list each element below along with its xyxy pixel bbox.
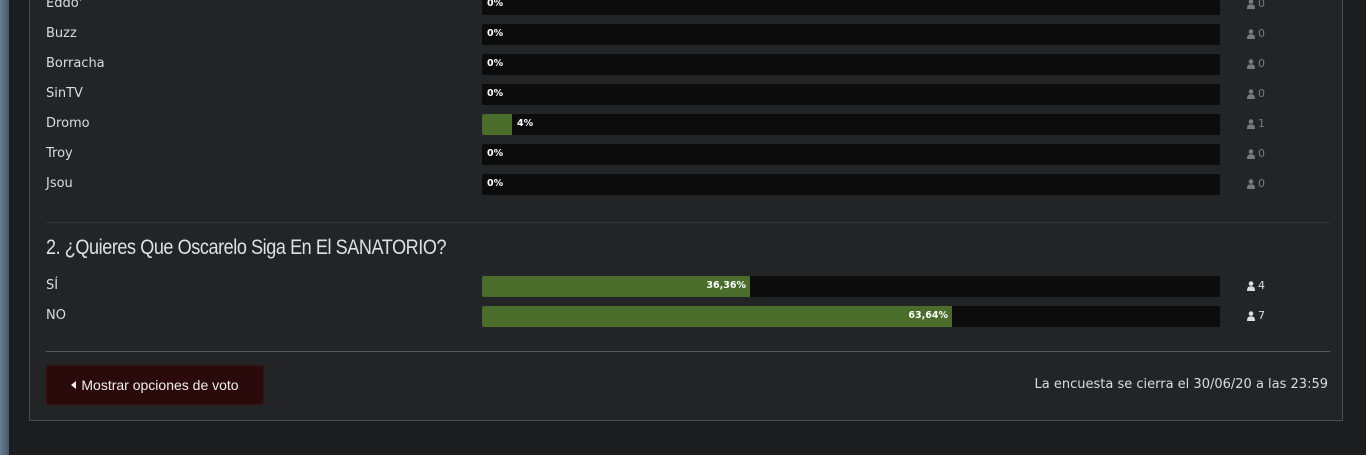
percent-label: 0% (487, 28, 504, 39)
user-icon (1247, 118, 1255, 129)
option-label: Borracha (46, 56, 105, 71)
vote-count: 0 (1247, 57, 1265, 70)
percent-label: 0% (487, 0, 504, 9)
result-bar: 0% (482, 54, 1220, 75)
option-label: SinTV (46, 86, 83, 101)
user-icon (1247, 178, 1255, 189)
vote-count-value: 1 (1258, 117, 1265, 130)
percent-label: 63,64% (908, 310, 948, 321)
result-bar: 0% (482, 0, 1220, 15)
vote-count: 0 (1247, 27, 1265, 40)
result-bar-fill (482, 114, 512, 135)
percent-label: 0% (487, 178, 504, 189)
question-divider (46, 222, 1330, 223)
vote-count-value: 0 (1258, 0, 1265, 10)
option-label: NO (46, 308, 66, 323)
poll-closing-info: La encuesta se cierra el 30/06/20 a las … (1034, 377, 1328, 392)
vote-count: 4 (1247, 279, 1265, 292)
percent-label: 0% (487, 58, 504, 69)
percent-label: 4% (517, 118, 534, 129)
poll-result-row: Buzz 0% 0 (46, 24, 1336, 46)
poll-result-row: NO 63,64% 7 (46, 306, 1336, 328)
show-vote-options-label: Mostrar opciones de voto (81, 377, 239, 393)
option-label: SÍ (46, 278, 59, 293)
option-label: Buzz (46, 26, 77, 41)
user-icon (1247, 0, 1255, 9)
vote-count: 0 (1247, 0, 1265, 10)
result-bar: 0% (482, 144, 1220, 165)
poll-result-row: SÍ 36,36% 4 (46, 276, 1336, 298)
poll-result-row: Borracha 0% 0 (46, 54, 1336, 76)
result-bar: 0% (482, 84, 1220, 105)
poll-panel: Eddo' 0% 0 Buzz 0% 0 Borracha 0% 0 SinTV… (29, 0, 1343, 421)
poll-result-row: SinTV 0% 0 (46, 84, 1336, 106)
vote-count: 1 (1247, 117, 1265, 130)
percent-label: 0% (487, 148, 504, 159)
result-bar: 0% (482, 174, 1220, 195)
vote-count-value: 0 (1258, 57, 1265, 70)
caret-left-icon (71, 381, 77, 389)
vote-count-value: 7 (1258, 309, 1265, 322)
option-label: Jsou (46, 176, 73, 191)
percent-label: 0% (487, 88, 504, 99)
result-bar: 36,36% (482, 276, 1220, 297)
vote-count-value: 0 (1258, 87, 1265, 100)
result-bar-fill (482, 306, 952, 327)
show-vote-options-button[interactable]: Mostrar opciones de voto (46, 365, 264, 405)
window-edge (0, 0, 9, 455)
vote-count: 0 (1247, 87, 1265, 100)
option-label: Eddo' (46, 0, 83, 11)
user-icon (1247, 88, 1255, 99)
poll-result-row: Eddo' 0% 0 (46, 0, 1336, 16)
user-icon (1247, 310, 1255, 321)
user-icon (1247, 58, 1255, 69)
vote-count: 0 (1247, 177, 1265, 190)
option-label: Troy (46, 146, 73, 161)
vote-count-value: 0 (1258, 177, 1265, 190)
percent-label: 36,36% (706, 280, 746, 291)
user-icon (1247, 280, 1255, 291)
user-icon (1247, 148, 1255, 159)
option-label: Dromo (46, 116, 90, 131)
vote-count: 0 (1247, 147, 1265, 160)
vote-count-value: 4 (1258, 279, 1265, 292)
question-title: 2. ¿Quieres Que Oscarelo Siga En El SANA… (46, 236, 447, 259)
user-icon (1247, 28, 1255, 39)
vote-count-value: 0 (1258, 147, 1265, 160)
vote-count: 7 (1247, 309, 1265, 322)
poll-result-row: Troy 0% 0 (46, 144, 1336, 166)
result-bar: 63,64% (482, 306, 1220, 327)
vote-count-value: 0 (1258, 27, 1265, 40)
poll-result-row: Dromo 4% 1 (46, 114, 1336, 136)
poll-result-row: Jsou 0% 0 (46, 174, 1336, 196)
result-bar: 0% (482, 24, 1220, 45)
footer-divider (46, 351, 1330, 352)
result-bar: 4% (482, 114, 1220, 135)
